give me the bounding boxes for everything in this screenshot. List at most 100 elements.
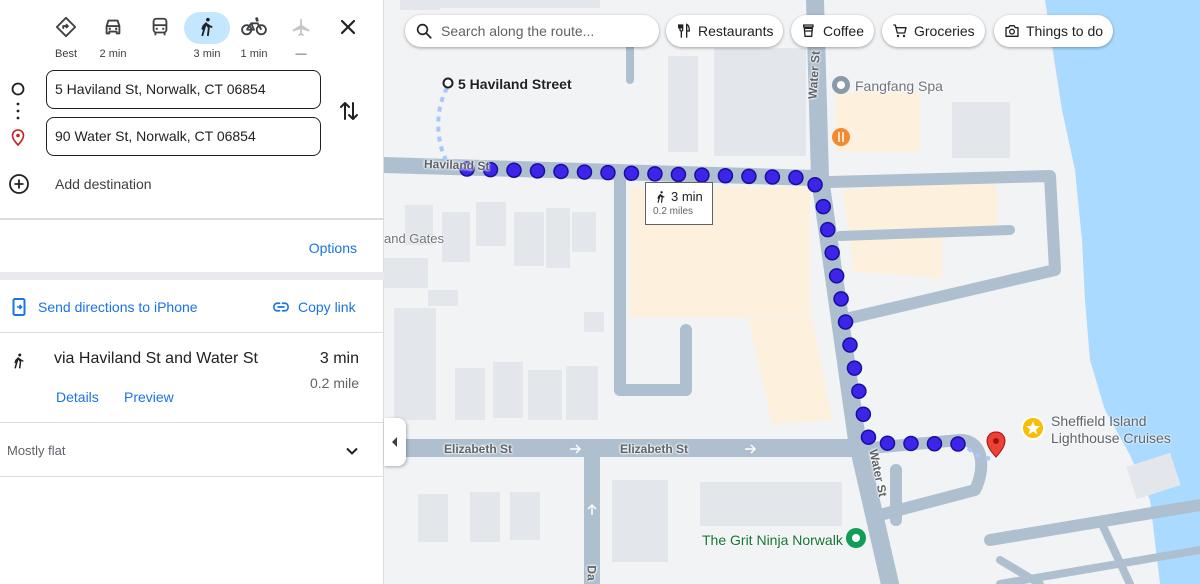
destination-pin-icon bbox=[11, 129, 25, 147]
search-icon bbox=[416, 23, 432, 39]
divider bbox=[0, 422, 384, 423]
send-to-phone-icon bbox=[12, 298, 26, 316]
route-summary[interactable]: via Haviland St and Water St bbox=[54, 350, 258, 368]
street-label-elizabeth-2: Elizabeth St bbox=[620, 442, 689, 456]
map-canvas[interactable]: Haviland St Water St Water St Elizabeth … bbox=[384, 0, 1200, 584]
spa-marker[interactable] bbox=[832, 76, 850, 94]
star-marker[interactable] bbox=[1021, 416, 1045, 440]
swap-waypoints-button[interactable] bbox=[336, 98, 362, 124]
street-label-elizabeth-1: Elizabeth St bbox=[444, 442, 513, 456]
start-label: 5 Haviland Street bbox=[458, 76, 572, 92]
add-destination-button[interactable]: Add destination bbox=[8, 172, 152, 196]
street-label-haviland: Haviland St bbox=[423, 156, 490, 174]
chip-coffee-label: Coffee bbox=[823, 23, 864, 39]
mode-walking-button[interactable]: 3 min bbox=[183, 8, 231, 62]
bus-icon bbox=[137, 12, 183, 44]
swap-icon bbox=[340, 102, 358, 120]
route-dot bbox=[670, 166, 687, 183]
coffee-icon bbox=[803, 24, 814, 37]
route-dot bbox=[694, 167, 710, 183]
copy-link-button[interactable]: Copy link bbox=[272, 298, 356, 316]
expand-terrain-button[interactable] bbox=[342, 441, 362, 466]
send-to-phone-label: Send directions to iPhone bbox=[38, 299, 198, 315]
bicycle-icon bbox=[231, 12, 277, 44]
chip-restaurants-label: Restaurants bbox=[698, 23, 774, 39]
collapse-panel-button[interactable] bbox=[384, 418, 406, 466]
details-button[interactable]: Details bbox=[56, 389, 99, 405]
send-to-phone-button[interactable]: Send directions to iPhone bbox=[12, 298, 198, 316]
destination-input[interactable]: 90 Water St, Norwalk, CT 06854 bbox=[46, 117, 321, 156]
route-dot bbox=[926, 435, 943, 452]
tooltip-distance: 0.2 miles bbox=[653, 206, 694, 217]
chip-things-to-do[interactable]: Things to do bbox=[994, 15, 1114, 47]
preview-button[interactable]: Preview bbox=[124, 389, 174, 405]
mode-driving-button[interactable]: 2 min bbox=[89, 8, 137, 62]
chip-coffee[interactable]: Coffee bbox=[791, 15, 874, 47]
car-icon bbox=[90, 12, 136, 44]
diamond-directions-icon bbox=[43, 12, 89, 44]
poi-label-sheffield-1[interactable]: Sheffield Island bbox=[1051, 413, 1146, 429]
divider bbox=[0, 476, 384, 477]
route-dot bbox=[828, 268, 845, 284]
chip-things-to-do-label: Things to do bbox=[1026, 23, 1104, 39]
terrain-label: Mostly flat bbox=[7, 443, 66, 458]
route-dot bbox=[855, 406, 872, 423]
route-duration: 3 min bbox=[319, 350, 359, 367]
link-icon bbox=[273, 302, 289, 312]
fork-knife-icon bbox=[678, 23, 691, 38]
route-dot bbox=[506, 162, 522, 178]
travel-mode-bar: Best 2 min 3 min 1 min — bbox=[0, 8, 384, 64]
route-dot bbox=[576, 164, 593, 180]
walk-connector bbox=[436, 87, 449, 161]
poi-label-gates: and Gates bbox=[384, 231, 444, 246]
close-directions-button[interactable] bbox=[333, 12, 363, 42]
camera-icon bbox=[1005, 25, 1019, 37]
route-dot bbox=[842, 337, 858, 353]
chip-restaurants[interactable]: Restaurants bbox=[666, 15, 784, 47]
directions-panel: Best 2 min 3 min 1 min — 5 Haviland St, … bbox=[0, 0, 384, 584]
copy-link-label: Copy link bbox=[298, 299, 356, 315]
divider bbox=[0, 332, 384, 333]
poi-label-sheffield-2[interactable]: Lighthouse Cruises bbox=[1051, 430, 1171, 446]
destination-pin[interactable] bbox=[986, 431, 1006, 458]
route-info-tooltip[interactable]: 3 min 0.2 miles bbox=[645, 182, 713, 225]
water bbox=[1045, 0, 1200, 584]
route-distance: 0.2 mile bbox=[309, 375, 359, 391]
route-dot bbox=[529, 163, 546, 179]
restaurant-marker[interactable] bbox=[832, 128, 850, 146]
mode-transit-button[interactable] bbox=[136, 8, 184, 62]
mode-walking-label: 3 min bbox=[193, 48, 221, 60]
route-dot bbox=[846, 360, 863, 376]
route-dot bbox=[824, 244, 840, 261]
origin-circle-icon bbox=[11, 82, 25, 96]
options-button[interactable]: Options bbox=[309, 240, 357, 256]
start-marker[interactable] bbox=[442, 77, 454, 89]
origin-input[interactable]: 5 Haviland St, Norwalk, CT 06854 bbox=[46, 70, 321, 109]
route-dot bbox=[647, 166, 663, 182]
mode-best-button[interactable]: Best bbox=[42, 8, 90, 62]
chip-groceries-label: Groceries bbox=[914, 23, 975, 39]
chip-groceries[interactable]: Groceries bbox=[882, 15, 985, 47]
route-dot bbox=[833, 291, 849, 307]
route-dot bbox=[851, 383, 867, 399]
poi-label-fangfang[interactable]: Fangfang Spa bbox=[855, 78, 943, 94]
route-search-input[interactable]: Search along the route... bbox=[405, 15, 659, 47]
route-dot bbox=[950, 436, 966, 452]
route-dot bbox=[860, 429, 877, 445]
route-dot bbox=[879, 435, 896, 451]
route-dot bbox=[819, 221, 836, 238]
mode-flights-button[interactable]: — bbox=[277, 8, 325, 62]
close-icon bbox=[340, 19, 356, 35]
gym-marker[interactable] bbox=[846, 528, 866, 548]
chevron-down-icon bbox=[346, 447, 358, 455]
route-dot bbox=[764, 169, 781, 185]
mode-cycling-button[interactable]: 1 min bbox=[230, 8, 278, 62]
waypoint-icons bbox=[8, 78, 30, 153]
tooltip-time: 3 min bbox=[671, 189, 703, 204]
route-dot bbox=[815, 198, 832, 215]
search-placeholder: Search along the route... bbox=[441, 23, 595, 39]
airplane-icon bbox=[278, 12, 324, 44]
add-circle-icon bbox=[9, 174, 29, 194]
route-dot bbox=[553, 163, 569, 180]
poi-label-grit[interactable]: The Grit Ninja Norwalk bbox=[702, 532, 843, 548]
